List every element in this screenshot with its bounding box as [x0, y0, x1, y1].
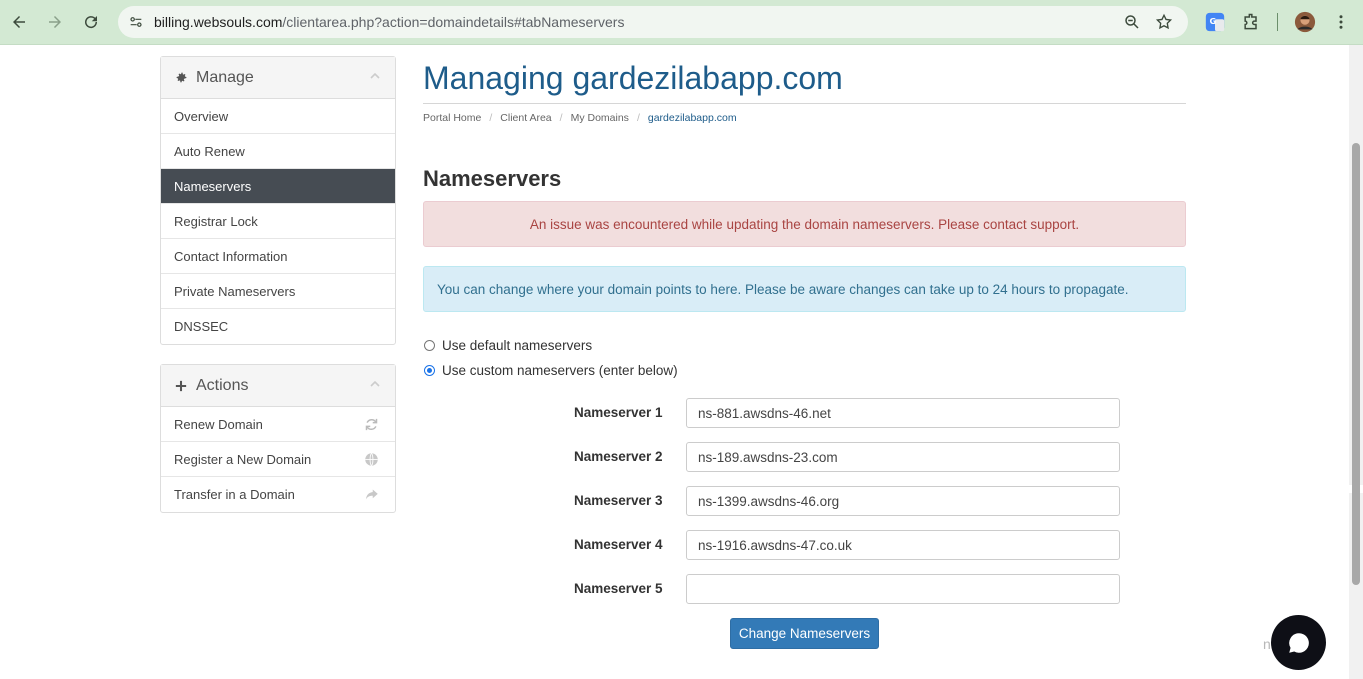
breadcrumb-separator: /: [636, 112, 640, 124]
breadcrumb-portal-home[interactable]: Portal Home: [423, 112, 481, 124]
gear-icon: [174, 71, 188, 85]
breadcrumb-separator: /: [489, 112, 493, 124]
manage-panel: Manage Overview Auto Renew Nameservers R…: [160, 56, 396, 345]
forward-arrow-icon: [49, 16, 61, 28]
chevron-up-icon[interactable]: [369, 378, 381, 390]
nameserver-4-input[interactable]: ns-1916.awsdns-47.co.uk: [686, 530, 1120, 560]
forward-button[interactable]: [42, 9, 68, 35]
radio-custom-nameservers[interactable]: Use custom nameservers (enter below): [423, 363, 678, 378]
info-alert: You can change where your domain points …: [423, 266, 1186, 312]
address-bar[interactable]: billing.websouls.com/clientarea.php?acti…: [118, 6, 1188, 38]
back-button[interactable]: [6, 9, 32, 35]
nameserver-1-input[interactable]: ns-881.awsdns-46.net: [686, 398, 1120, 428]
radio-button-default[interactable]: [424, 340, 435, 351]
refresh-icon: [365, 418, 378, 431]
breadcrumb-client-area[interactable]: Client Area: [500, 112, 551, 124]
site-settings-icon[interactable]: [124, 10, 148, 34]
zoom-icon[interactable]: [1122, 12, 1142, 32]
chat-widget-button[interactable]: [1271, 615, 1326, 670]
browser-toolbar: billing.websouls.com/clientarea.php?acti…: [0, 0, 1363, 45]
chat-bubble-icon: [1288, 632, 1309, 653]
breadcrumb: Portal Home / Client Area / My Domains /…: [423, 112, 737, 124]
sidebar-item-contact-information[interactable]: Contact Information: [161, 239, 395, 274]
url-text: billing.websouls.com/clientarea.php?acti…: [154, 14, 625, 30]
nameserver-5-label: Nameserver 5: [574, 581, 663, 596]
manage-panel-title: Manage: [196, 68, 254, 86]
sidebar-item-dnssec[interactable]: DNSSEC: [161, 309, 395, 344]
breadcrumb-my-domains[interactable]: My Domains: [571, 112, 629, 124]
change-nameservers-button[interactable]: Change Nameservers: [730, 618, 879, 649]
radio-custom-label[interactable]: Use custom nameservers (enter below): [442, 363, 678, 378]
browser-menu-icon[interactable]: [1327, 8, 1355, 36]
nameserver-3-input[interactable]: ns-1399.awsdns-46.org: [686, 486, 1120, 516]
error-alert: An issue was encountered while updating …: [423, 201, 1186, 247]
sidebar-item-nameservers[interactable]: Nameservers: [161, 169, 395, 204]
sidebar-item-private-nameservers[interactable]: Private Nameservers: [161, 274, 395, 309]
sidebar-item-overview[interactable]: Overview: [161, 99, 395, 134]
plus-icon: [174, 379, 188, 393]
profile-avatar[interactable]: [1291, 8, 1319, 36]
nameserver-5-input[interactable]: [686, 574, 1120, 604]
page-scrollbar-thumb[interactable]: [1352, 143, 1360, 585]
info-alert-text: You can change where your domain points …: [437, 281, 1129, 297]
reload-button[interactable]: [78, 9, 104, 35]
bookmark-star-icon[interactable]: [1154, 12, 1174, 32]
chevron-up-icon[interactable]: [369, 70, 381, 82]
radio-default-nameservers[interactable]: Use default nameservers: [423, 338, 592, 353]
error-alert-text: An issue was encountered while updating …: [529, 216, 1080, 232]
title-divider: [423, 103, 1186, 104]
google-translate-extension-icon[interactable]: G: [1201, 8, 1229, 36]
svg-text:G: G: [1210, 16, 1217, 26]
radio-default-label[interactable]: Use default nameservers: [442, 338, 592, 353]
sidebar-item-auto-renew[interactable]: Auto Renew: [161, 134, 395, 169]
actions-panel-header[interactable]: Actions: [161, 365, 395, 407]
breadcrumb-current-domain: gardezilabapp.com: [647, 112, 737, 124]
toolbar-divider: [1277, 13, 1278, 31]
breadcrumb-separator: /: [559, 112, 563, 124]
nameserver-3-label: Nameserver 3: [574, 493, 663, 508]
page-title: Managing gardezilabapp.com: [423, 60, 843, 96]
sidebar-item-register-new-domain[interactable]: Register a New Domain: [161, 442, 395, 477]
nameserver-1-label: Nameserver 1: [574, 405, 663, 420]
nameserver-2-label: Nameserver 2: [574, 449, 663, 464]
sidebar-item-renew-domain[interactable]: Renew Domain: [161, 407, 395, 442]
sidebar-item-registrar-lock[interactable]: Registrar Lock: [161, 204, 395, 239]
nameserver-2-input[interactable]: ns-189.awsdns-23.com: [686, 442, 1120, 472]
actions-panel: Actions Renew Domain Register a New Doma…: [160, 364, 396, 513]
sidebar-item-transfer-domain[interactable]: Transfer in a Domain: [161, 477, 395, 512]
radio-button-custom[interactable]: [424, 365, 435, 376]
actions-panel-title: Actions: [196, 376, 249, 394]
manage-panel-header[interactable]: Manage: [161, 57, 395, 99]
nameserver-4-label: Nameserver 4: [574, 537, 663, 552]
extensions-puzzle-icon[interactable]: [1237, 8, 1265, 36]
share-arrow-icon: [365, 489, 378, 500]
reload-icon: [85, 16, 98, 29]
globe-icon: [365, 452, 378, 467]
section-title: Nameservers: [423, 166, 562, 191]
back-arrow-icon: [13, 16, 25, 28]
